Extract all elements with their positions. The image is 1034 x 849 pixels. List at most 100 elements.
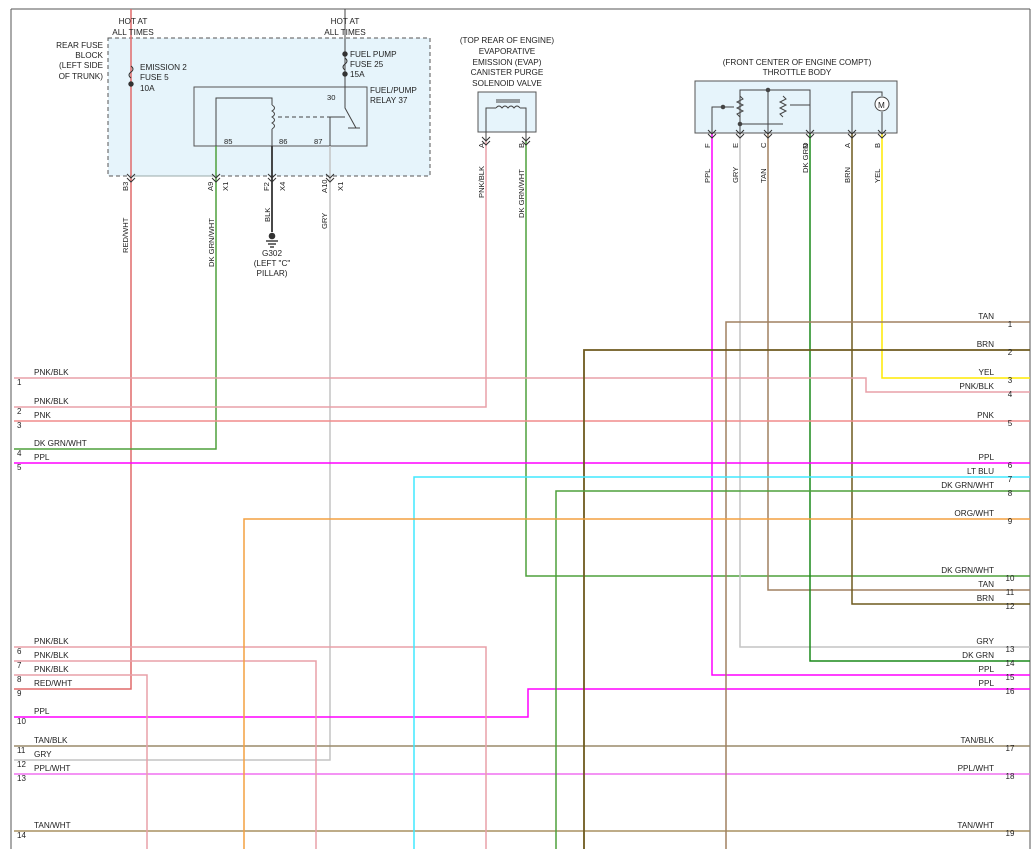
right-pin-number: 5 [1008,419,1013,428]
left-pin-number: 10 [17,717,26,726]
right-wire-label: BRN [977,594,994,603]
conn-x1-a: X1 [221,182,230,191]
left-wire-label: DK GRN/WHT [34,439,87,448]
left-wire-label: PNK/BLK [34,651,69,660]
wire-ppl-10-16 [14,688,1030,718]
pin-f2: F2 [262,182,271,191]
right-wire-label: LT BLU [967,467,994,476]
relay-label: FUEL/PUMP [370,86,417,95]
left-wire-label: RED/WHT [34,679,72,688]
left-pin-number: 3 [17,421,22,430]
evap-pin-a: A [477,142,486,148]
left-wire-label: PNK/BLK [34,665,69,674]
left-pin-number: 5 [17,463,22,472]
evap-title: EMISSION (EVAP) [473,58,542,67]
right-wire-label: PPL/WHT [958,764,994,773]
hot-at-label-1b: ALL TIMES [112,28,154,37]
conn-x1-b: X1 [336,182,345,191]
wire-pnk-blk-6 [14,646,487,849]
right-pin-number: 14 [1006,659,1015,668]
left-pin-number: 1 [17,378,22,387]
right-pin-number: 8 [1008,489,1013,498]
right-pin-number: 13 [1006,645,1015,654]
right-pin-number: 7 [1008,475,1013,484]
right-pin-number: 17 [1006,744,1015,753]
motor-symbol: M [878,101,885,110]
wire-throttle-c-tan [767,133,1030,591]
right-wire-label: DK GRN/WHT [941,481,994,490]
right-wire-label: PPL [979,453,995,462]
throttle-wire-label: PPL [703,169,712,183]
relay-pin-30: 30 [327,93,335,102]
hot-at-label-1: HOT AT [119,17,148,26]
left-wire-label: TAN/BLK [34,736,68,745]
wiring-diagram: M HOT AT ALL TIMES HOT AT ALL TIMES REAR… [10,8,1031,849]
left-pin-number: 8 [17,675,22,684]
left-connector-labels: PNK/BLK 1 PNK/BLK 2 PNK 3 DK GRN/WHT 4 PPL 5 PNK/B… [17,368,87,840]
left-wire-label: PNK/BLK [34,637,69,646]
throttle-pin-label: E [731,143,740,148]
right-pin-number: 2 [1008,348,1013,357]
throttle-pin-label: F [703,143,712,148]
throttle-wire-label: DK GRN [801,143,810,173]
right-pin-number: 10 [1006,574,1015,583]
right-wire-label: GRY [976,637,994,646]
right-connector-labels: TAN 1 BRN 2 YEL 3 PNK/BLK 4 PNK 5 PPL 6 LT BLU 7 DK GR… [941,312,1015,838]
right-pin-number: 18 [1006,772,1015,781]
right-pin-number: 19 [1006,829,1015,838]
throttle-title: (FRONT CENTER OF ENGINE COMPT) [723,58,872,67]
evap-title: CANISTER PURGE [471,68,544,77]
right-pin-number: 3 [1008,376,1013,385]
right-wire-label: BRN [977,340,994,349]
wire-dk-grn-wht-r8 [555,490,1030,849]
right-wire-label: TAN/BLK [960,736,994,745]
left-pin-number: 7 [17,661,22,670]
right-wire-label: ORG/WHT [954,509,994,518]
wire-label-blk: BLK [263,208,272,222]
left-wire-label: PPL [34,453,50,462]
hot-at-label-2b: ALL TIMES [324,28,366,37]
left-pin-number: 2 [17,407,22,416]
wire-label-red-wht: RED/WHT [121,217,130,253]
left-wire-label: TAN/WHT [34,821,71,830]
right-wire-label: PNK [977,411,994,420]
left-pin-number: 4 [17,449,22,458]
left-wire-label: PPL [34,707,50,716]
right-wire-label: PPL [979,665,995,674]
right-wire-label: TAN [978,580,994,589]
right-pin-number: 16 [1006,687,1015,696]
evap-title: SOLENOID VALVE [472,79,542,88]
throttle-wire-label: YEL [873,169,882,183]
right-wire-label: PNK/BLK [959,382,994,391]
fuse-2-label: FUSE 25 [350,60,384,69]
ground-icon [266,232,278,248]
fuse-2-label: 15A [350,70,365,79]
evap-wire-label: DK GRN/WHT [517,169,526,218]
wire-label-gry: GRY [320,213,329,229]
right-pin-number: 1 [1008,320,1013,329]
left-wire-label: PNK/BLK [34,368,69,377]
pin-a9: A9 [206,182,215,191]
wire-lt-blu-r7 [413,476,1030,849]
left-wire-label: GRY [34,750,52,759]
relay-pin-86: 86 [279,137,287,146]
conn-x4: X4 [278,182,287,191]
throttle-pin-label: C [759,142,768,148]
wire-org-wht-r9 [243,518,1030,849]
relay-pin-87: 87 [314,137,322,146]
ground-label: G302 [262,249,282,258]
right-wire-label: DK GRN [962,651,994,660]
throttle-wire-label: BRN [843,167,852,183]
ground-label: PILLAR) [257,269,288,278]
throttle-wire-label: GRY [731,167,740,183]
right-pin-number: 12 [1006,602,1015,611]
left-pin-number: 6 [17,647,22,656]
evap-pin-b: B [517,143,526,148]
right-wire-label: TAN [978,312,994,321]
right-wire-label: DK GRN/WHT [941,566,994,575]
wire-label-dk-grn-wht: DK GRN/WHT [207,218,216,267]
fuse-block-label: REAR FUSE [56,41,103,50]
right-pin-number: 15 [1006,673,1015,682]
right-wire-label: YEL [979,368,995,377]
fuse-1-label: EMISSION 2 [140,63,187,72]
